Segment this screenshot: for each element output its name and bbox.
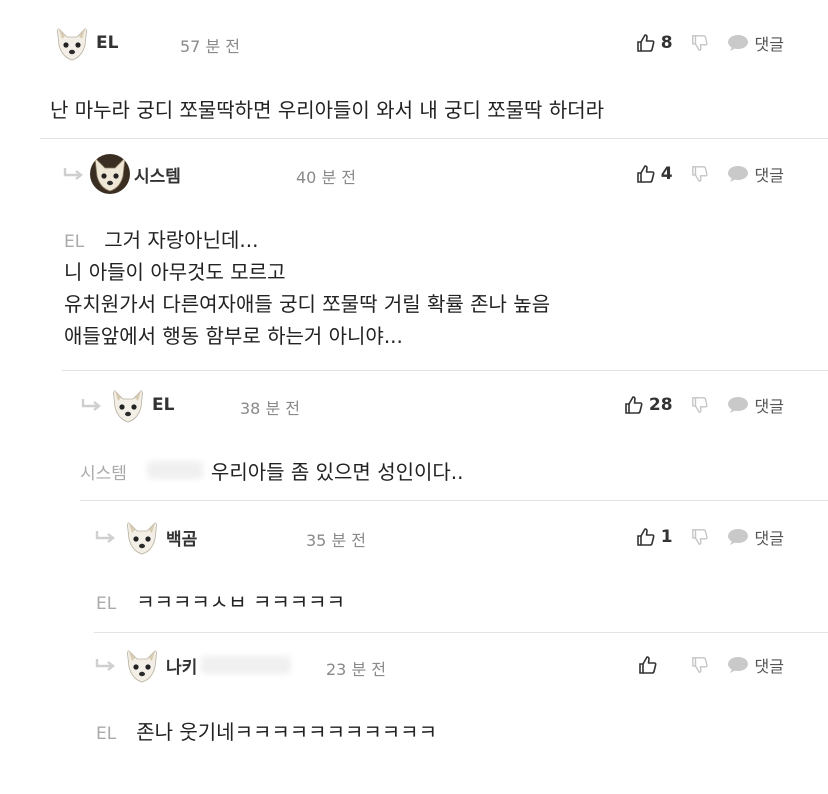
thumbs-up-icon[interactable] bbox=[624, 395, 644, 415]
redacted-text bbox=[146, 461, 203, 479]
comment-header: 백곰 bbox=[94, 517, 197, 557]
comment-actions: 1 댓글 bbox=[636, 517, 784, 557]
redacted-text bbox=[201, 656, 292, 674]
thumbs-down-icon[interactable] bbox=[691, 34, 709, 52]
reply-button[interactable]: 댓글 bbox=[727, 162, 784, 186]
mention[interactable]: EL bbox=[96, 594, 116, 614]
thumbs-down-icon[interactable] bbox=[691, 396, 709, 414]
divider bbox=[62, 370, 828, 371]
comment-actions: 8 댓글 bbox=[636, 23, 784, 63]
thumbs-up-icon[interactable] bbox=[636, 527, 656, 547]
avatar[interactable] bbox=[90, 154, 130, 194]
speech-bubble-icon bbox=[727, 528, 749, 546]
comment-time: 23 분 전 bbox=[326, 660, 386, 679]
comment-body: EL 존나 웃기네ㅋㅋㅋㅋㅋㅋㅋㅋㅋㅋㅋ bbox=[96, 720, 437, 744]
comment-body: 난 마누라 궁디 쪼물딱하면 우리아들이 와서 내 궁디 쪼물딱 하더라 bbox=[50, 98, 605, 122]
comment-time: 57 분 전 bbox=[180, 37, 240, 56]
comment-author[interactable]: 백곰 bbox=[166, 525, 197, 550]
comment-body-line: 니 아들이 아무것도 모르고 bbox=[64, 260, 286, 284]
reply-button[interactable]: 댓글 bbox=[727, 31, 784, 55]
avatar[interactable] bbox=[52, 23, 92, 63]
comment-header: 나키 bbox=[94, 645, 292, 685]
avatar[interactable] bbox=[122, 645, 162, 685]
reply-arrow-icon bbox=[80, 398, 102, 412]
comment-time: 35 분 전 bbox=[306, 531, 366, 550]
speech-bubble-icon bbox=[727, 165, 749, 183]
divider bbox=[40, 138, 828, 139]
divider bbox=[94, 632, 828, 633]
thumbs-down-icon[interactable] bbox=[691, 656, 709, 674]
avatar[interactable] bbox=[108, 385, 148, 425]
comment-actions: 댓글 bbox=[638, 645, 784, 685]
comment-author[interactable]: EL bbox=[152, 395, 174, 415]
mention[interactable]: EL bbox=[64, 232, 84, 252]
comment-body-line: 유치원가서 다른여자애들 궁디 쪼물딱 거릴 확률 존나 높음 bbox=[64, 292, 551, 316]
comment-actions: 4 댓글 bbox=[636, 154, 784, 194]
comment-author[interactable]: EL bbox=[96, 33, 118, 53]
like-count: 8 bbox=[660, 33, 673, 53]
thumbs-up-icon[interactable] bbox=[636, 164, 656, 184]
mention[interactable]: 시스템 bbox=[80, 464, 127, 484]
like-count: 4 bbox=[660, 164, 673, 184]
like-count: 1 bbox=[660, 527, 673, 547]
comment-header: EL bbox=[52, 23, 118, 63]
comment-body-line: 애들앞에서 행동 함부로 하는거 아니야... bbox=[64, 324, 403, 348]
reply-arrow-icon bbox=[94, 530, 116, 544]
reply-arrow-icon bbox=[94, 658, 116, 672]
divider bbox=[80, 500, 828, 501]
reply-arrow-icon bbox=[62, 167, 84, 181]
comment-header: 시스템 bbox=[62, 154, 181, 194]
like-count: 28 bbox=[648, 395, 673, 415]
comment-author[interactable]: 시스템 bbox=[134, 162, 181, 187]
comment-body: 시스템 우리아들 좀 있으면 성인이다.. bbox=[80, 460, 464, 484]
comment-body: EL ㅋㅋㅋㅋㅅㅂ ㅋㅋㅋㅋㅋ bbox=[96, 590, 345, 614]
thumbs-down-icon[interactable] bbox=[691, 165, 709, 183]
comment-actions: 28 댓글 bbox=[624, 385, 784, 425]
speech-bubble-icon bbox=[727, 656, 749, 674]
avatar[interactable] bbox=[122, 517, 162, 557]
comment-body: EL 그거 자랑아닌데... bbox=[64, 228, 259, 252]
speech-bubble-icon bbox=[727, 34, 749, 52]
thumbs-up-icon[interactable] bbox=[638, 655, 658, 675]
comment-time: 38 분 전 bbox=[240, 399, 300, 418]
thumbs-down-icon[interactable] bbox=[691, 528, 709, 546]
thumbs-up-icon[interactable] bbox=[636, 33, 656, 53]
mention[interactable]: EL bbox=[96, 724, 116, 744]
comment-header: EL bbox=[80, 385, 174, 425]
reply-button[interactable]: 댓글 bbox=[727, 653, 784, 677]
comment-time: 40 분 전 bbox=[296, 168, 356, 187]
reply-button[interactable]: 댓글 bbox=[727, 393, 784, 417]
reply-button[interactable]: 댓글 bbox=[727, 525, 784, 549]
comment-author[interactable]: 나키 bbox=[166, 653, 197, 678]
speech-bubble-icon bbox=[727, 396, 749, 414]
